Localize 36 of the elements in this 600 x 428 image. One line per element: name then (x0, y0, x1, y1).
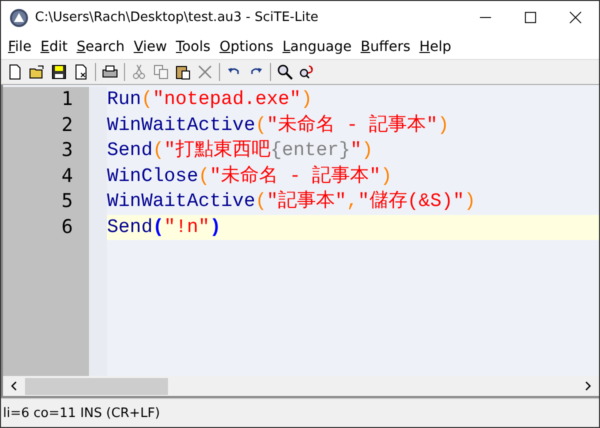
find-icon[interactable] (277, 64, 293, 80)
maximize-icon[interactable] (524, 11, 537, 24)
line-number: 3 (62, 138, 73, 163)
status-text: li=6 co=11 INS (CR+LF) (3, 406, 160, 420)
scroll-left-icon[interactable] (9, 381, 19, 391)
scroll-right-icon[interactable] (583, 381, 593, 391)
new-icon[interactable] (7, 64, 23, 80)
menu-item[interactable]: Options (218, 38, 280, 54)
menu-item[interactable]: Search (76, 38, 131, 54)
save-icon[interactable] (51, 64, 67, 80)
line-number: 5 (62, 189, 73, 214)
menu-item[interactable]: Help (418, 38, 458, 54)
app-logo-icon (9, 8, 29, 28)
paste-icon[interactable] (175, 64, 191, 80)
code-line: WinClose("未命名 - 記事本") (107, 164, 394, 188)
line-number: 6 (62, 214, 73, 240)
code-line: Send("打點東西吧{enter}") (107, 138, 374, 163)
scrollbar-thumb[interactable] (25, 378, 168, 394)
code-line: WinWaitActive("未命名 - 記事本") (107, 112, 450, 138)
open-icon[interactable] (29, 64, 45, 80)
code-line: WinWaitActive("記事本","儲存(&S)") (107, 189, 477, 214)
line-number: 4 (62, 164, 73, 188)
print-icon[interactable] (102, 64, 118, 80)
menu-item[interactable]: Tools (174, 38, 216, 54)
close-icon[interactable] (73, 64, 89, 80)
menu-item[interactable]: Buffers (360, 38, 416, 54)
menu-item[interactable]: View (132, 38, 173, 54)
menu-item[interactable]: Language (281, 38, 358, 54)
line-number: 2 (62, 112, 73, 138)
code-line: Run("notepad.exe") (107, 87, 314, 112)
menu-item[interactable]: Edit (39, 38, 74, 54)
menu-item[interactable]: File (7, 38, 38, 54)
window-title: C:\Users\Rach\Desktop\test.au3 - SciTE-Lite (35, 10, 318, 25)
replace-icon[interactable] (299, 64, 315, 80)
close-icon[interactable] (569, 11, 582, 24)
line-number: 1 (62, 87, 73, 112)
